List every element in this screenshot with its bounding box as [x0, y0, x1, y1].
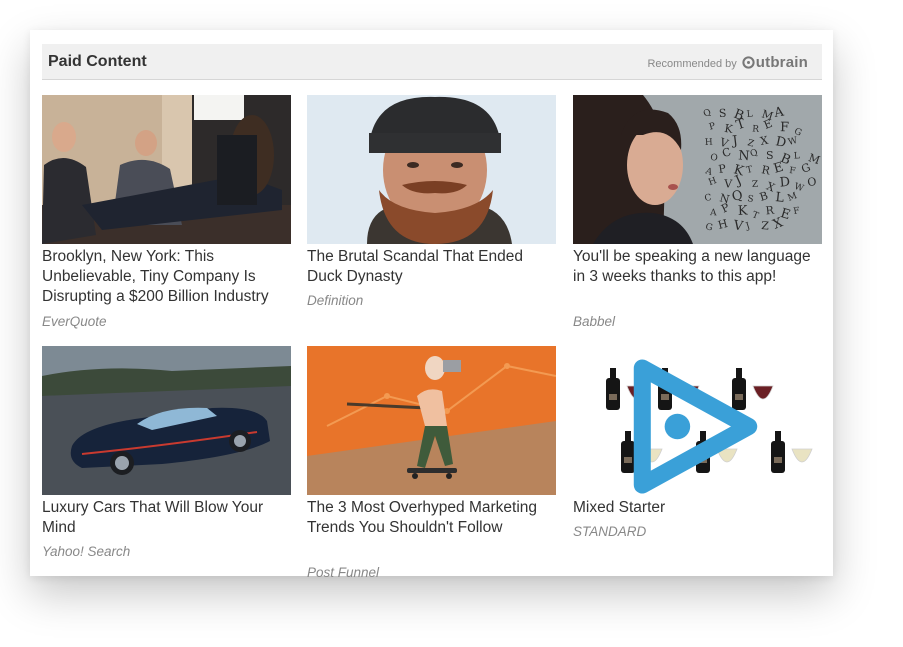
outbrain-logo-text: utbrain: [755, 54, 808, 71]
card-source: STANDARD: [573, 524, 647, 539]
card-image-office-men[interactable]: [42, 95, 291, 244]
card-source: EverQuote: [42, 314, 107, 329]
svg-text:L: L: [793, 151, 800, 161]
svg-text:K: K: [738, 203, 749, 218]
svg-text:L: L: [746, 109, 753, 120]
svg-text:D: D: [779, 175, 791, 191]
outbrain-logo[interactable]: utbrain: [742, 54, 808, 71]
card-image-woman-letters[interactable]: QSBLMAPKTREFGHVJZXDWOCNQSBLMAPKTREFGHVJZ…: [573, 95, 822, 244]
card-title[interactable]: You'll be speaking a new language in 3 w…: [573, 247, 821, 287]
widget-header: Paid Content Recommended by utbrain: [42, 44, 822, 80]
svg-text:R: R: [752, 124, 760, 135]
recommended-by-label: Recommended by: [647, 58, 737, 70]
card-title[interactable]: Brooklyn, New York: This Unbelievable, T…: [42, 247, 290, 307]
adchoices-icon[interactable]: [573, 352, 820, 495]
card-title[interactable]: Mixed Starter: [573, 498, 821, 518]
recommended-by[interactable]: Recommended by utbrain: [647, 54, 808, 71]
card-title[interactable]: The Brutal Scandal That Ended Duck Dynas…: [307, 247, 555, 287]
svg-text:A: A: [709, 208, 717, 218]
card-image-bearded-man[interactable]: [307, 95, 556, 244]
svg-text:O: O: [710, 153, 719, 164]
svg-text:Z: Z: [761, 219, 770, 233]
svg-text:Z: Z: [752, 180, 758, 190]
svg-text:F: F: [789, 166, 796, 177]
card-title[interactable]: Luxury Cars That Will Blow Your Mind: [42, 498, 290, 538]
svg-text:F: F: [780, 120, 789, 135]
widget-title: Paid Content: [48, 53, 147, 70]
card-image-wine-bottles[interactable]: [573, 346, 822, 495]
svg-text:H: H: [705, 138, 714, 148]
card-source: Yahoo! Search: [42, 544, 131, 559]
card-image-skateboarder[interactable]: [307, 346, 556, 495]
paid-content-widget: Paid Content Recommended by utbrain Broo…: [30, 30, 833, 580]
card-source: Definition: [307, 293, 364, 308]
card-source: Post Funnel: [307, 565, 380, 580]
card-source: Babbel: [573, 314, 616, 329]
svg-text:S: S: [766, 149, 774, 162]
outbrain-o-icon: [742, 56, 755, 69]
svg-text:S: S: [719, 107, 727, 120]
card-title[interactable]: The 3 Most Overhyped Marketing Trends Yo…: [307, 498, 555, 538]
card-image-luxury-car[interactable]: [42, 346, 291, 495]
